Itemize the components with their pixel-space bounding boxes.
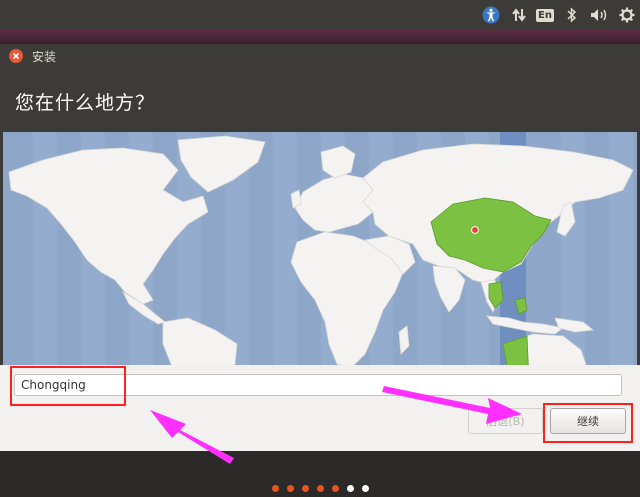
keyboard-layout-label: En [536,8,554,22]
gear-icon[interactable] [616,0,638,30]
progress-dot [301,485,309,492]
progress-dot [331,485,339,492]
progress-dot [361,485,369,492]
desktop-background [0,30,640,44]
bluetooth-icon[interactable] [563,0,581,30]
annotation-box-location [10,366,126,406]
volume-icon[interactable] [587,0,611,30]
progress-dot [271,485,279,492]
network-arrows-icon[interactable] [508,0,530,30]
back-button[interactable]: 后退(B) [468,408,543,434]
accessibility-icon[interactable] [480,0,502,30]
progress-dot [286,485,294,492]
close-icon [12,52,20,60]
progress-footer [0,451,640,497]
window-title: 安装 [32,50,57,64]
top-panel: En [0,0,640,30]
progress-dot [346,485,354,492]
annotation-box-continue [543,403,633,443]
location-marker [471,226,479,234]
close-button[interactable] [9,49,23,63]
progress-dots [0,485,640,492]
keyboard-layout-indicator[interactable]: En [535,0,555,30]
progress-dot [316,485,324,492]
page-title: 您在什么地方？ [15,92,156,114]
window-titlebar[interactable]: 安装 [0,44,640,68]
